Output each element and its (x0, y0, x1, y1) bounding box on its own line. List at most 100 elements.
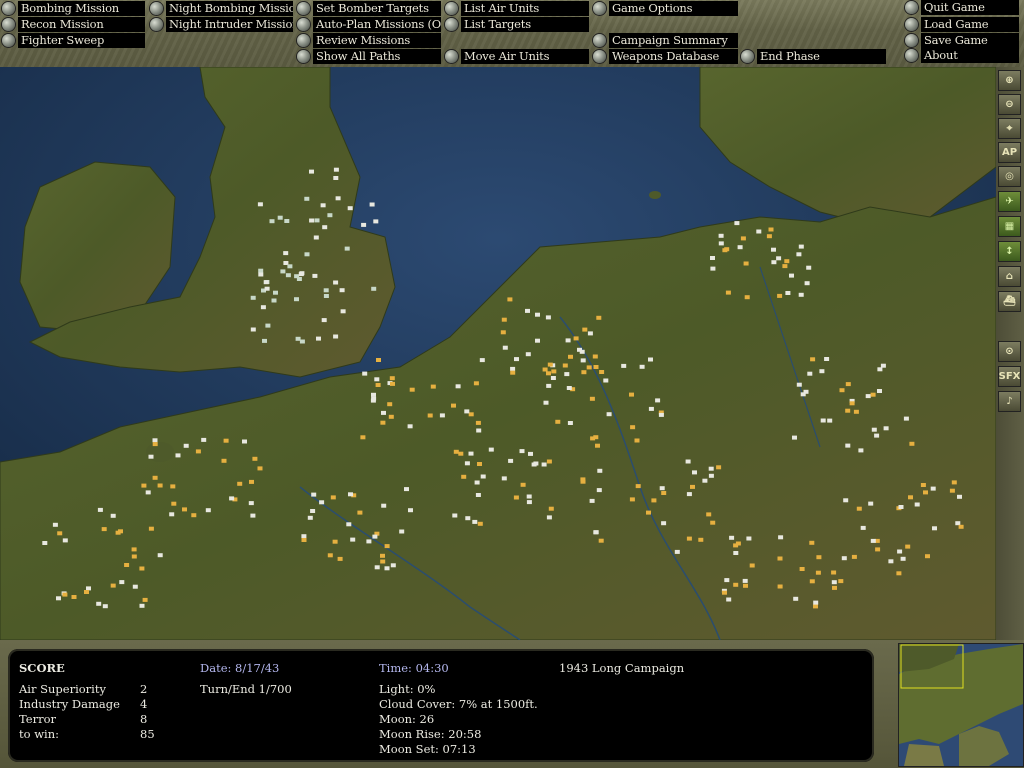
unit-marker[interactable] (798, 292, 804, 297)
save-game-button[interactable]: Save Game (905, 33, 1019, 48)
unit-marker[interactable] (229, 496, 235, 501)
unit-marker[interactable] (508, 458, 514, 463)
unit-marker[interactable] (390, 563, 396, 568)
unit-marker[interactable] (468, 412, 474, 417)
unit-marker[interactable] (813, 604, 818, 609)
unit-marker[interactable] (389, 376, 395, 381)
ship-icon[interactable]: ⛴ (998, 291, 1021, 312)
unit-marker[interactable] (380, 420, 386, 425)
unit-marker[interactable] (702, 478, 708, 483)
unit-marker[interactable] (546, 515, 552, 520)
unit-marker[interactable] (768, 227, 774, 232)
unit-marker[interactable] (740, 236, 746, 241)
unit-marker[interactable] (577, 347, 582, 352)
unit-marker[interactable] (404, 487, 409, 492)
unit-marker[interactable] (726, 597, 732, 602)
unit-marker[interactable] (96, 601, 102, 606)
unit-marker[interactable] (777, 556, 783, 561)
unit-marker[interactable] (914, 502, 920, 507)
unit-marker[interactable] (573, 336, 579, 341)
unit-marker[interactable] (871, 427, 877, 432)
unit-marker[interactable] (749, 563, 755, 568)
unit-marker[interactable] (541, 462, 547, 467)
unit-marker[interactable] (97, 507, 103, 512)
unit-marker[interactable] (296, 277, 302, 281)
unit-marker[interactable] (333, 176, 339, 180)
unit-marker[interactable] (118, 529, 123, 534)
unit-marker[interactable] (555, 419, 561, 424)
unit-marker[interactable] (566, 386, 572, 390)
unit-marker[interactable] (314, 218, 320, 223)
recon-mission-button[interactable]: Recon Mission (2, 17, 145, 32)
unit-marker[interactable] (277, 215, 283, 220)
unit-marker[interactable] (908, 495, 913, 500)
review-missions-button[interactable]: Review Missions (297, 33, 441, 48)
unit-marker[interactable] (782, 264, 788, 269)
unit-marker[interactable] (525, 308, 530, 313)
unit-marker[interactable] (639, 364, 645, 369)
unit-marker[interactable] (205, 508, 211, 513)
unit-marker[interactable] (371, 392, 376, 397)
unit-marker[interactable] (548, 506, 554, 511)
unit-marker[interactable] (877, 367, 883, 372)
unit-marker[interactable] (488, 447, 494, 452)
auto-plan-missions-button[interactable]: Auto-Plan Missions (Off) (297, 17, 441, 32)
unit-marker[interactable] (810, 357, 816, 362)
unit-marker[interactable] (346, 522, 352, 527)
unit-marker[interactable] (824, 357, 830, 361)
unit-marker[interactable] (874, 433, 880, 438)
unit-marker[interactable] (778, 535, 784, 540)
unit-marker[interactable] (789, 273, 794, 278)
unit-marker[interactable] (565, 338, 571, 343)
unit-marker[interactable] (746, 536, 752, 541)
unit-marker[interactable] (101, 527, 107, 532)
unit-marker[interactable] (815, 570, 821, 575)
unit-marker[interactable] (804, 281, 810, 286)
unit-marker[interactable] (84, 590, 89, 594)
unit-marker[interactable] (301, 534, 307, 539)
unit-marker[interactable] (949, 488, 955, 493)
unit-marker[interactable] (42, 541, 48, 545)
unit-marker[interactable] (877, 389, 882, 393)
unit-marker[interactable] (710, 520, 716, 525)
unit-marker[interactable] (958, 524, 964, 529)
unit-marker[interactable] (587, 331, 593, 336)
unit-marker[interactable] (706, 512, 712, 517)
unit-marker[interactable] (374, 377, 380, 382)
unit-marker[interactable] (722, 590, 727, 595)
fighter-sweep-button[interactable]: Fighter Sweep (2, 33, 145, 48)
unit-marker[interactable] (182, 507, 187, 512)
unit-marker[interactable] (809, 540, 815, 545)
unit-marker[interactable] (139, 566, 145, 571)
zoom-in-icon[interactable]: ⊕ (998, 70, 1021, 91)
campaign-summary-button[interactable]: Campaign Summary (593, 33, 738, 48)
unit-marker[interactable] (360, 435, 366, 440)
unit-marker[interactable] (659, 486, 665, 491)
unit-marker[interactable] (796, 252, 802, 257)
unit-marker[interactable] (581, 370, 587, 375)
unit-marker[interactable] (692, 470, 697, 475)
unit-marker[interactable] (384, 566, 390, 571)
unit-marker[interactable] (685, 459, 691, 464)
unit-marker[interactable] (737, 245, 743, 250)
unit-marker[interactable] (348, 492, 353, 497)
unit-marker[interactable] (923, 490, 928, 495)
unit-marker[interactable] (333, 167, 339, 172)
unit-marker[interactable] (248, 501, 254, 506)
unit-marker[interactable] (845, 382, 851, 387)
unit-marker[interactable] (543, 400, 549, 405)
unit-marker[interactable] (686, 536, 692, 541)
unit-marker[interactable] (373, 219, 379, 224)
unit-marker[interactable] (743, 261, 749, 266)
unit-marker[interactable] (595, 443, 600, 448)
unit-marker[interactable] (271, 298, 277, 303)
unit-marker[interactable] (896, 571, 902, 576)
unit-marker[interactable] (905, 544, 911, 549)
quit-game-button[interactable]: Quit Game (905, 0, 1019, 15)
unit-marker[interactable] (920, 483, 926, 487)
unit-marker[interactable] (371, 286, 377, 291)
unit-marker[interactable] (547, 362, 553, 367)
unit-marker[interactable] (452, 513, 458, 518)
unit-marker[interactable] (381, 503, 387, 508)
unit-marker[interactable] (301, 538, 307, 542)
